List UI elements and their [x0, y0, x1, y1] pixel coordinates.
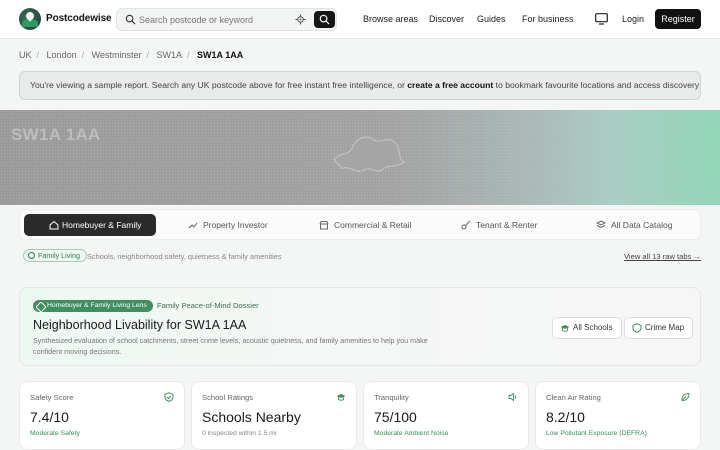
- persona-tabs: Homebuyer & Family Property Investor Com…: [19, 209, 701, 240]
- top-navigation-bar: Postcodewise Browse areas Discover Guide…: [0, 0, 720, 39]
- all-schools-button[interactable]: All Schools: [552, 317, 622, 339]
- dossier-title: Neighborhood Livability for SW1A 1AA: [33, 318, 247, 332]
- breadcrumb: UK / London / Westminster / SW1A / SW1A 1AA: [19, 50, 244, 60]
- card-label: Clean Air Rating: [546, 393, 601, 402]
- tab-tenant-renter[interactable]: Tenant & Renter: [461, 214, 571, 236]
- logo-icon[interactable]: [19, 8, 41, 30]
- breadcrumb-sw1a[interactable]: SW1A: [157, 50, 183, 60]
- tab-all-data-catalog[interactable]: All Data Catalog: [596, 214, 696, 236]
- search-input[interactable]: [139, 12, 289, 27]
- locate-icon[interactable]: [295, 14, 306, 25]
- nav-browse-areas[interactable]: Browse areas: [363, 14, 418, 24]
- speaker-icon: [508, 392, 517, 402]
- nav-discover[interactable]: Discover: [429, 14, 464, 24]
- tab-commercial-retail[interactable]: Commercial & Retail: [319, 214, 439, 236]
- search-icon: [319, 14, 330, 25]
- nav-guides[interactable]: Guides: [477, 14, 506, 24]
- card-label: Tranquility: [374, 393, 409, 402]
- tranquility-card: Tranquility 75/100 Moderate Ambient Nois…: [363, 381, 529, 450]
- lens-badge: Homebuyer & Family Living Lens: [33, 300, 153, 312]
- safety-score-card: Safety Score 7.4/10 Moderate Safety: [19, 381, 185, 450]
- login-link[interactable]: Login: [622, 14, 644, 24]
- brand-name[interactable]: Postcodewise: [46, 13, 112, 24]
- tab-property-investor[interactable]: Property Investor: [188, 214, 298, 236]
- store-icon: [319, 221, 329, 230]
- crime-map-button[interactable]: Crime Map: [624, 317, 694, 339]
- sample-report-notice: You're viewing a sample report. Search a…: [19, 71, 701, 100]
- card-value: 75/100: [374, 409, 417, 425]
- notice-text: You're viewing a sample report. Search a…: [30, 80, 408, 90]
- create-account-link[interactable]: create a free account: [407, 80, 493, 90]
- graduation-cap-icon: [560, 325, 570, 332]
- breadcrumb-westminster[interactable]: Westminster: [92, 50, 142, 60]
- card-value: 8.2/10: [546, 409, 585, 425]
- graduation-cap-icon: [336, 394, 346, 401]
- monitor-icon[interactable]: [595, 13, 608, 25]
- clean-air-card: Clean Air Rating 8.2/10 Low Pollutant Ex…: [535, 381, 701, 450]
- card-subtext: 0 inspected within 1.5 mi: [202, 430, 277, 437]
- register-button[interactable]: Register: [655, 9, 701, 29]
- trend-up-icon: [188, 222, 198, 229]
- view-all-raw-tabs-link[interactable]: View all 13 raw tabs →: [624, 252, 701, 261]
- search-icon: [125, 14, 136, 25]
- breadcrumb-uk[interactable]: UK: [19, 50, 32, 60]
- shield-icon: [632, 323, 642, 333]
- breadcrumb-current: SW1A 1AA: [197, 50, 244, 60]
- tab-homebuyer-family[interactable]: Homebuyer & Family: [24, 214, 156, 236]
- lens-description: Schools, neighborhood safety, quietness …: [87, 252, 282, 261]
- hero-banner: SW1A 1AA: [0, 110, 720, 205]
- card-value: 7.4/10: [30, 409, 69, 425]
- leaf-icon: [681, 393, 690, 401]
- dossier-tag: Family Peace-of-Mind Dossier: [157, 301, 259, 310]
- livability-dossier: Homebuyer & Family Living Lens Family Pe…: [19, 287, 701, 366]
- layers-icon: [596, 220, 606, 229]
- area-outline-map: [333, 136, 406, 172]
- card-subtext: Moderate Safety: [30, 430, 80, 437]
- card-label: School Ratings: [202, 393, 254, 402]
- family-living-pill[interactable]: Family Living: [23, 249, 87, 262]
- dossier-description: Synthesized evaluation of school catchme…: [33, 336, 428, 356]
- school-ratings-card: School Ratings Schools Nearby 0 inspecte…: [191, 381, 357, 450]
- search-button[interactable]: [314, 11, 335, 28]
- key-icon: [461, 220, 471, 230]
- card-subtext: Low Pollutant Exposure (DEFRA): [546, 430, 647, 437]
- hero-postcode-title: SW1A 1AA: [11, 125, 101, 144]
- shield-check-icon: [164, 392, 174, 402]
- card-subtext: Moderate Ambient Noise: [374, 430, 449, 437]
- house-icon: [49, 220, 59, 230]
- card-label: Safety Score: [30, 393, 74, 402]
- card-value: Schools Nearby: [202, 409, 301, 425]
- nav-for-business[interactable]: For business: [522, 14, 574, 24]
- breadcrumb-london[interactable]: London: [47, 50, 77, 60]
- notice-text-end: to bookmark favourite locations and acce…: [493, 80, 701, 90]
- search-bar: [116, 8, 337, 31]
